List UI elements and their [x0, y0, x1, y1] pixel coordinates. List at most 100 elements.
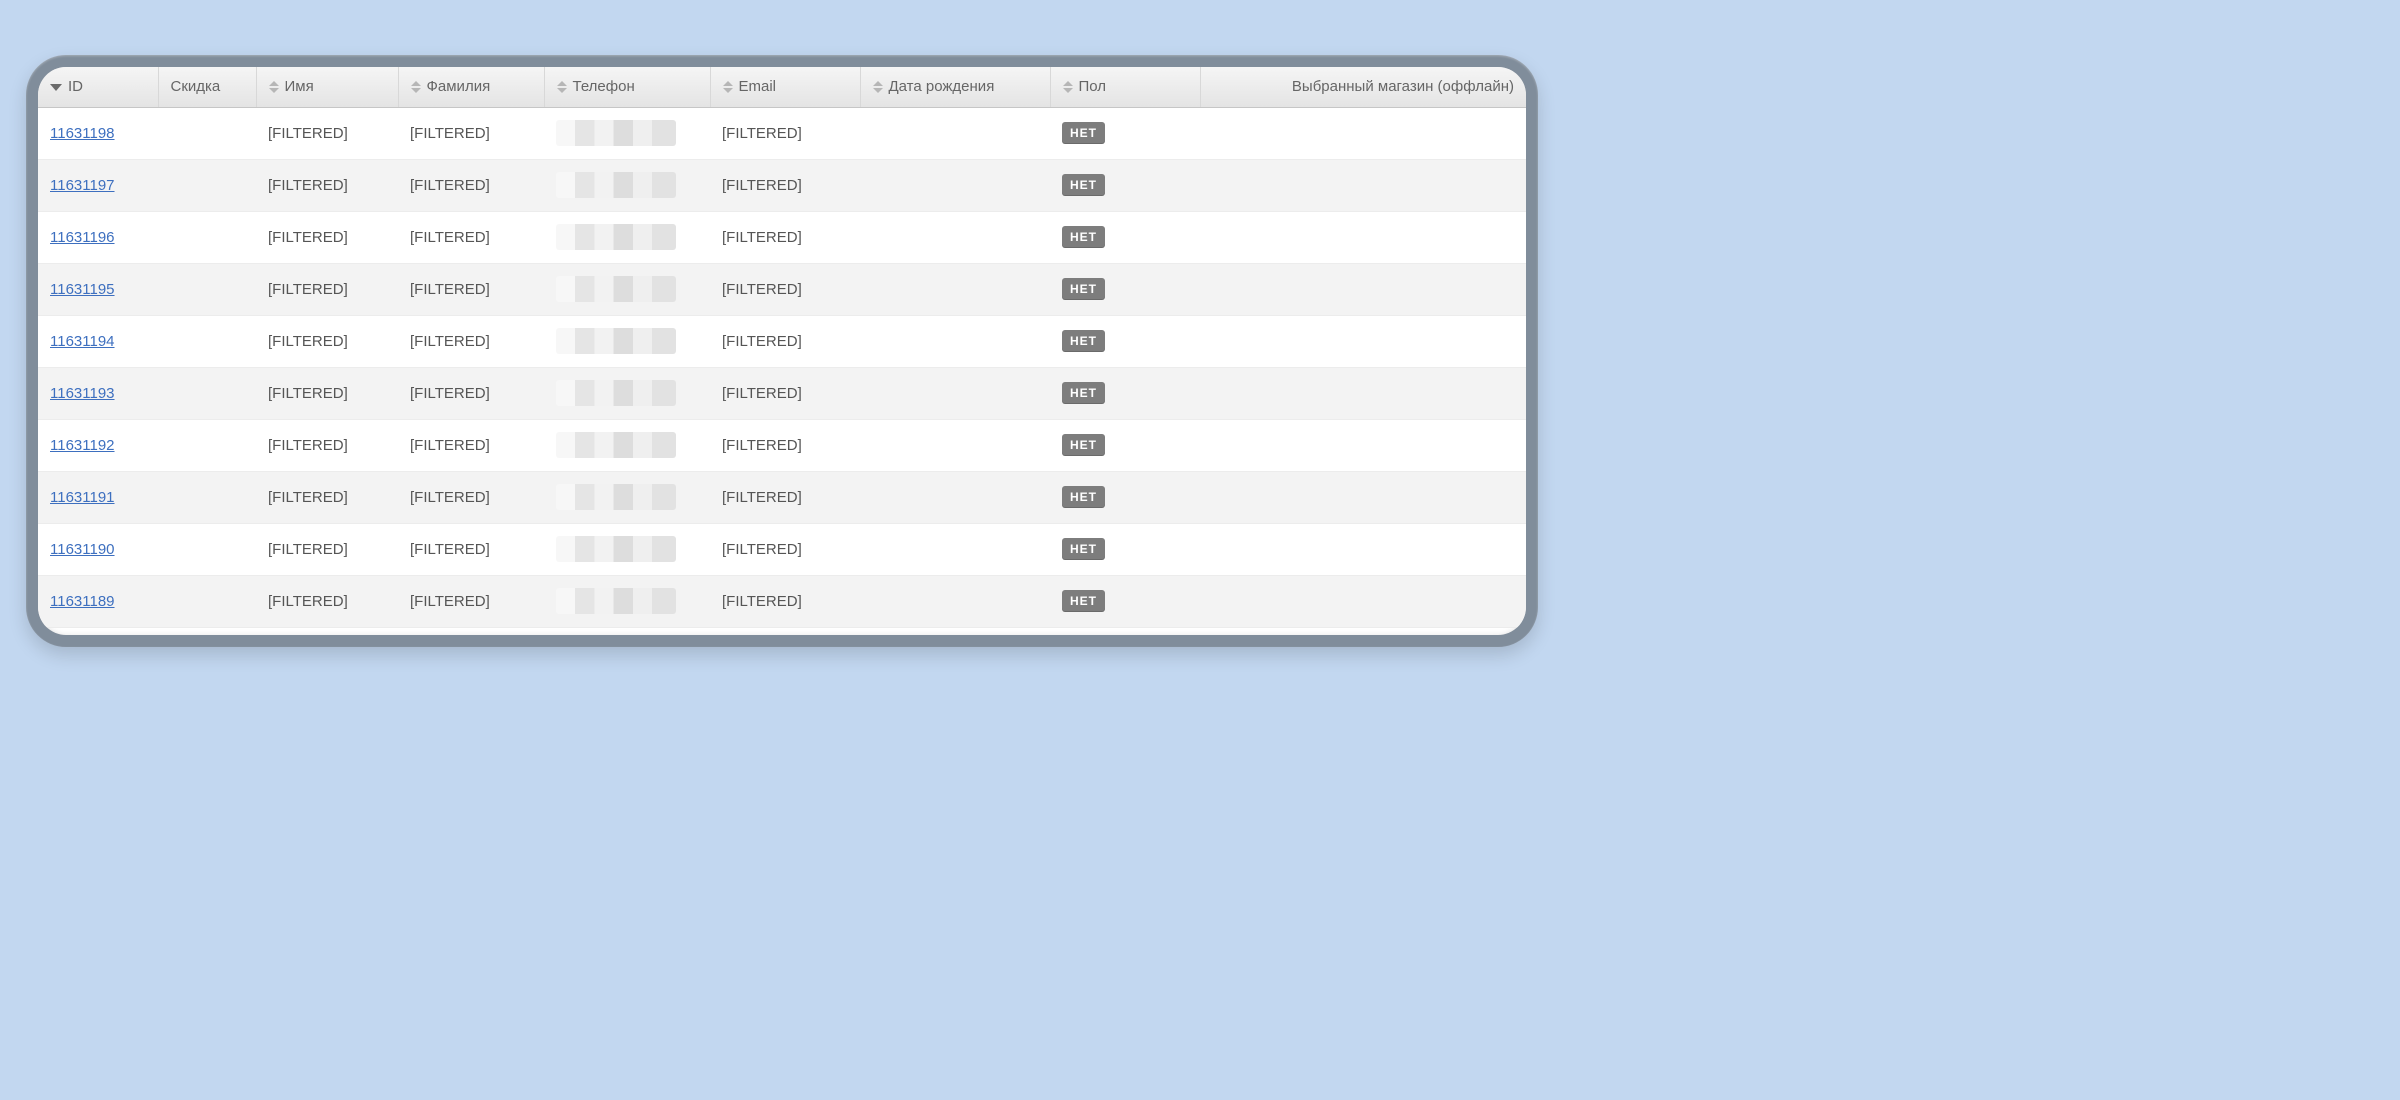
cell-birthdate	[860, 159, 1050, 211]
redacted-phone	[556, 432, 676, 458]
cell-phone	[544, 575, 710, 627]
redacted-phone	[556, 172, 676, 198]
cell-birthdate	[860, 263, 1050, 315]
cell-phone	[544, 419, 710, 471]
cell-gender: НЕТ	[1050, 107, 1200, 159]
id-link[interactable]: 11631189	[50, 593, 115, 610]
cell-firstname: [FILTERED]	[256, 419, 398, 471]
table-row: 11631194[FILTERED][FILTERED][FILTERED]НЕ…	[38, 315, 1526, 367]
gender-badge-none: НЕТ	[1062, 538, 1105, 560]
cell-store	[1200, 419, 1526, 471]
sort-icon	[1063, 81, 1073, 93]
cell-birthdate	[860, 367, 1050, 419]
table-header-row: ID Скидка Имя	[38, 67, 1526, 107]
cell-firstname: [FILTERED]	[256, 471, 398, 523]
cell-lastname: [FILTERED]	[398, 523, 544, 575]
cell-discount	[158, 107, 256, 159]
cell-firstname: [FILTERED]	[256, 575, 398, 627]
column-label: Телефон	[573, 78, 635, 95]
column-label: Пол	[1079, 78, 1107, 95]
cell-lastname: [FILTERED]	[398, 107, 544, 159]
cell-discount	[158, 575, 256, 627]
column-header-birthdate[interactable]: Дата рождения	[860, 67, 1050, 107]
cell-email: [FILTERED]	[710, 107, 860, 159]
redacted-phone	[556, 224, 676, 250]
cell-firstname: [FILTERED]	[256, 523, 398, 575]
cell-gender: НЕТ	[1050, 263, 1200, 315]
column-label: Скидка	[171, 78, 221, 95]
column-header-store[interactable]: Выбранный магазин (оффлайн)	[1200, 67, 1526, 107]
cell-gender: НЕТ	[1050, 575, 1200, 627]
cell-store	[1200, 575, 1526, 627]
column-header-phone[interactable]: Телефон	[544, 67, 710, 107]
id-link[interactable]: 11631191	[50, 489, 115, 506]
id-link[interactable]: 11631196	[50, 229, 115, 246]
cell-email: [FILTERED]	[710, 367, 860, 419]
table-row: 11631193[FILTERED][FILTERED][FILTERED]НЕ…	[38, 367, 1526, 419]
gender-badge-none: НЕТ	[1062, 434, 1105, 456]
column-header-id[interactable]: ID	[38, 67, 158, 107]
cell-store	[1200, 107, 1526, 159]
redacted-phone	[556, 328, 676, 354]
cell-email: [FILTERED]	[710, 211, 860, 263]
sort-icon	[269, 81, 279, 93]
cell-firstname: [FILTERED]	[256, 263, 398, 315]
cell-store	[1200, 159, 1526, 211]
cell-birthdate	[860, 575, 1050, 627]
column-header-gender[interactable]: Пол	[1050, 67, 1200, 107]
cell-lastname: [FILTERED]	[398, 211, 544, 263]
column-label: Имя	[285, 78, 314, 95]
cell-phone	[544, 471, 710, 523]
id-link[interactable]: 11631195	[50, 281, 115, 298]
device-frame: ID Скидка Имя	[26, 55, 1538, 647]
table-row: 11631191[FILTERED][FILTERED][FILTERED]НЕ…	[38, 471, 1526, 523]
table-row: 11631198[FILTERED][FILTERED][FILTERED]НЕ…	[38, 107, 1526, 159]
cell-birthdate	[860, 523, 1050, 575]
cell-birthdate	[860, 211, 1050, 263]
cell-gender: НЕТ	[1050, 471, 1200, 523]
id-link[interactable]: 11631193	[50, 385, 115, 402]
cell-discount	[158, 263, 256, 315]
gender-badge-none: НЕТ	[1062, 122, 1105, 144]
cell-gender: НЕТ	[1050, 367, 1200, 419]
column-header-discount[interactable]: Скидка	[158, 67, 256, 107]
cell-phone	[544, 159, 710, 211]
cell-phone	[544, 107, 710, 159]
cell-email: [FILTERED]	[710, 575, 860, 627]
cell-email: [FILTERED]	[710, 471, 860, 523]
column-header-lastname[interactable]: Фамилия	[398, 67, 544, 107]
id-link[interactable]: 11631190	[50, 541, 115, 558]
data-grid-viewport: ID Скидка Имя	[38, 67, 1526, 635]
cell-email: [FILTERED]	[710, 523, 860, 575]
gender-badge-none: НЕТ	[1062, 278, 1105, 300]
column-label: Дата рождения	[889, 78, 995, 95]
column-label: Фамилия	[427, 78, 491, 95]
cell-firstname: [FILTERED]	[256, 107, 398, 159]
redacted-phone	[556, 484, 676, 510]
cell-discount	[158, 159, 256, 211]
id-link[interactable]: 11631194	[50, 333, 115, 350]
cell-phone	[544, 263, 710, 315]
cell-gender: НЕТ	[1050, 211, 1200, 263]
table-row: 11631197[FILTERED][FILTERED][FILTERED]НЕ…	[38, 159, 1526, 211]
cell-discount	[158, 315, 256, 367]
column-header-email[interactable]: Email	[710, 67, 860, 107]
cell-discount	[158, 419, 256, 471]
gender-badge-none: НЕТ	[1062, 382, 1105, 404]
cell-lastname: [FILTERED]	[398, 471, 544, 523]
column-header-firstname[interactable]: Имя	[256, 67, 398, 107]
column-label: Выбранный магазин (оффлайн)	[1292, 78, 1514, 95]
cell-discount	[158, 367, 256, 419]
id-link[interactable]: 11631198	[50, 125, 115, 142]
gender-badge-none: НЕТ	[1062, 226, 1105, 248]
table-row: 11631189[FILTERED][FILTERED][FILTERED]НЕ…	[38, 575, 1526, 627]
cell-birthdate	[860, 471, 1050, 523]
column-label: Email	[739, 78, 777, 95]
id-link[interactable]: 11631197	[50, 177, 115, 194]
redacted-phone	[556, 380, 676, 406]
cell-store	[1200, 263, 1526, 315]
id-link[interactable]: 11631192	[50, 437, 115, 454]
cell-store	[1200, 523, 1526, 575]
cell-phone	[544, 211, 710, 263]
cell-store	[1200, 211, 1526, 263]
